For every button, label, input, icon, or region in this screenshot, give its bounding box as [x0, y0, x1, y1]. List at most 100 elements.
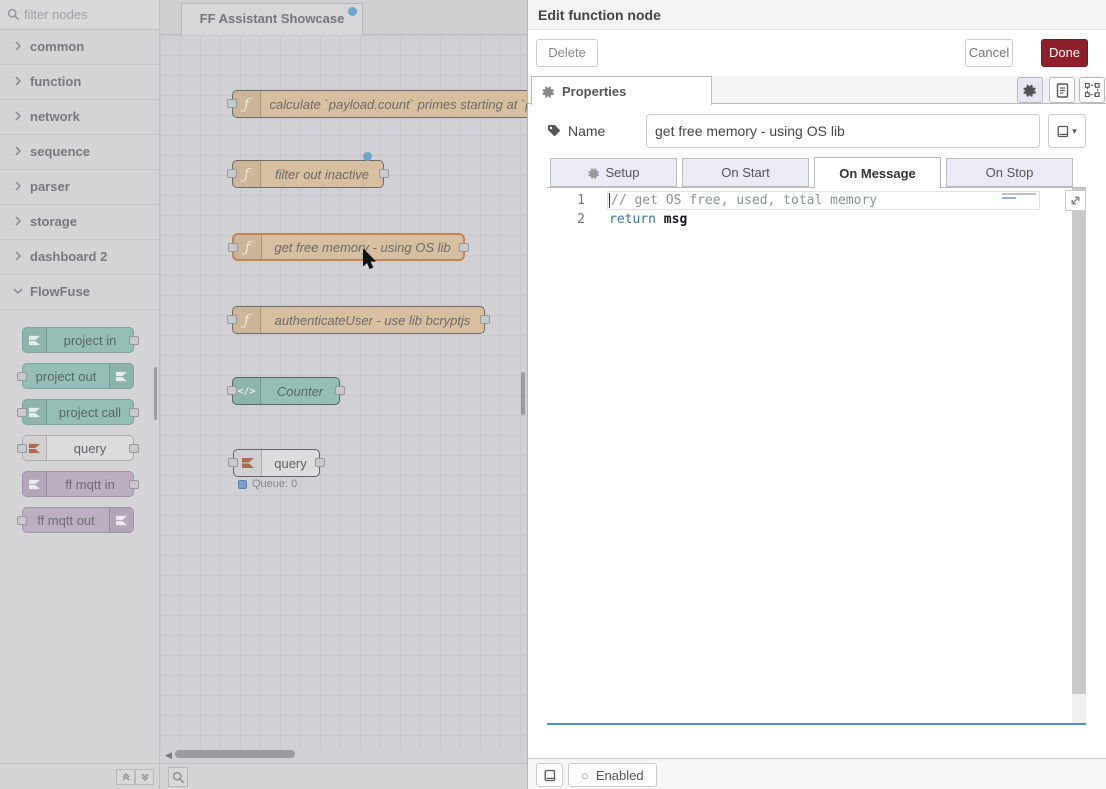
- code-line-1: // get OS free, used, total memory: [609, 191, 877, 210]
- flowfuse-logo-icon: [109, 364, 133, 388]
- output-port[interactable]: [315, 458, 325, 467]
- palette-search: [0, 0, 159, 30]
- output-port[interactable]: [129, 336, 139, 345]
- gear-icon: [1023, 83, 1037, 97]
- tab-appearance-icon-button[interactable]: [1079, 77, 1105, 103]
- function-icon: ƒ: [233, 161, 261, 187]
- canvas-vertical-scrollbar[interactable]: [521, 372, 525, 415]
- tab-on-start[interactable]: On Start: [682, 158, 809, 187]
- output-port[interactable]: [129, 480, 139, 489]
- flowfuse-logo-icon: [23, 328, 47, 352]
- palette-category-storage[interactable]: storage: [0, 205, 159, 240]
- tab-on-message[interactable]: On Message: [814, 157, 941, 188]
- input-port[interactable]: [227, 169, 237, 178]
- flowfuse-logo-icon: [109, 508, 133, 532]
- chevron-right-icon: [12, 180, 24, 192]
- input-port[interactable]: [17, 444, 27, 453]
- code-editor[interactable]: 1 2 // get OS free, used, total memory r…: [547, 188, 1086, 725]
- input-port[interactable]: [228, 458, 238, 467]
- chevron-right-icon: [12, 75, 24, 87]
- line-number: 1: [547, 191, 585, 210]
- gear-icon: [588, 167, 600, 179]
- node-get-free-memory[interactable]: ƒ get free memory - using OS lib: [232, 233, 465, 261]
- search-icon: [172, 771, 185, 784]
- palette-node-ff-mqtt-out[interactable]: ff mqtt out: [22, 507, 134, 533]
- node-calculate-primes[interactable]: ƒ calculate `payload.count` primes start…: [232, 90, 527, 118]
- output-port[interactable]: [480, 315, 490, 324]
- output-port[interactable]: [335, 386, 345, 395]
- node-palette: common function network sequence parser …: [0, 0, 160, 763]
- input-port[interactable]: [17, 408, 27, 417]
- palette-category-parser[interactable]: parser: [0, 170, 159, 205]
- edit-node-tray: Edit function node Delete Cancel Done Pr…: [527, 0, 1106, 789]
- input-port[interactable]: [17, 516, 27, 525]
- palette-node-project-call[interactable]: project call: [22, 399, 134, 425]
- search-flows-button[interactable]: [168, 767, 188, 787]
- palette-category-network[interactable]: network: [0, 100, 159, 135]
- chevron-right-icon: [12, 40, 24, 52]
- palette-node-ff-mqtt-in[interactable]: ff mqtt in: [22, 471, 134, 497]
- book-icon: [544, 769, 556, 782]
- output-port[interactable]: [379, 169, 389, 178]
- text-cursor: [609, 193, 610, 208]
- library-button[interactable]: [536, 763, 563, 787]
- flow-tab[interactable]: FF Assistant Showcase: [181, 3, 363, 35]
- node-filter-out-inactive[interactable]: ƒ filter out inactive: [232, 160, 384, 188]
- output-port[interactable]: [129, 444, 139, 453]
- collapse-all-categories-button[interactable]: [116, 769, 135, 785]
- tab-description-icon-button[interactable]: [1049, 77, 1075, 103]
- filter-nodes-input[interactable]: [0, 0, 159, 29]
- palette-node-query[interactable]: query: [22, 435, 134, 461]
- tab-on-stop[interactable]: On Stop: [946, 158, 1073, 187]
- expand-all-categories-button[interactable]: [135, 769, 154, 785]
- output-port[interactable]: [129, 408, 139, 417]
- name-label: Name: [547, 123, 646, 139]
- input-port[interactable]: [17, 372, 27, 381]
- canvas-horizontal-scrollbar[interactable]: [175, 750, 295, 758]
- output-port[interactable]: [459, 243, 469, 252]
- node-modified-dot: [363, 152, 372, 161]
- input-port[interactable]: [227, 386, 237, 395]
- scroll-left-arrow-icon[interactable]: ◀: [165, 750, 172, 761]
- palette-scrollbar[interactable]: [154, 367, 157, 420]
- chevron-right-icon: [12, 145, 24, 157]
- code-line-2: return msg: [609, 210, 687, 229]
- node-authenticate-user[interactable]: ƒ authenticateUser - use lib bcryptjs: [232, 306, 485, 334]
- input-port[interactable]: [227, 315, 237, 324]
- node-query[interactable]: query: [233, 449, 320, 477]
- tab-setup[interactable]: Setup: [550, 158, 677, 187]
- library-dropdown-button[interactable]: ▾: [1048, 114, 1086, 148]
- expand-editor-button[interactable]: [1065, 190, 1086, 211]
- palette-node-project-in[interactable]: project in: [22, 327, 134, 353]
- tab-properties[interactable]: Properties: [531, 76, 712, 105]
- flow-modified-dot: [348, 7, 357, 16]
- editor-scrollbar[interactable]: [1072, 188, 1086, 694]
- done-button[interactable]: Done: [1041, 39, 1088, 67]
- editor-focus-line: [547, 723, 1086, 725]
- double-chevron-up-icon: [121, 772, 131, 782]
- palette-category-function[interactable]: function: [0, 65, 159, 100]
- caret-down-icon: ▾: [1072, 126, 1077, 137]
- name-row: Name ▾: [547, 114, 1086, 148]
- palette-category-common[interactable]: common: [0, 30, 159, 65]
- palette-category-dashboard2[interactable]: dashboard 2: [0, 240, 159, 275]
- palette-category-flowfuse[interactable]: FlowFuse: [0, 275, 159, 310]
- input-port[interactable]: [228, 243, 238, 252]
- tray-title: Edit function node: [528, 0, 1106, 30]
- palette-category-sequence[interactable]: sequence: [0, 135, 159, 170]
- workspace: common function network sequence parser …: [0, 0, 527, 789]
- flow-canvas[interactable]: ƒ calculate `payload.count` primes start…: [160, 35, 527, 750]
- node-counter[interactable]: </> Counter: [232, 377, 340, 405]
- name-input[interactable]: [646, 114, 1040, 148]
- chevron-right-icon: [12, 215, 24, 227]
- mouse-cursor: [363, 249, 377, 270]
- input-port[interactable]: [227, 99, 237, 108]
- node-status: Queue: 0: [238, 478, 297, 490]
- tab-properties-icon-button[interactable]: [1017, 77, 1043, 103]
- palette-node-project-out[interactable]: project out: [22, 363, 134, 389]
- cancel-button[interactable]: Cancel: [965, 39, 1013, 67]
- delete-button[interactable]: Delete: [536, 39, 598, 67]
- tray-toolbar: Delete Cancel Done: [528, 30, 1106, 76]
- node-enabled-toggle[interactable]: ○ Enabled: [568, 763, 657, 787]
- canvas-area: FF Assistant Showcase ƒ calculate `paylo…: [160, 0, 527, 789]
